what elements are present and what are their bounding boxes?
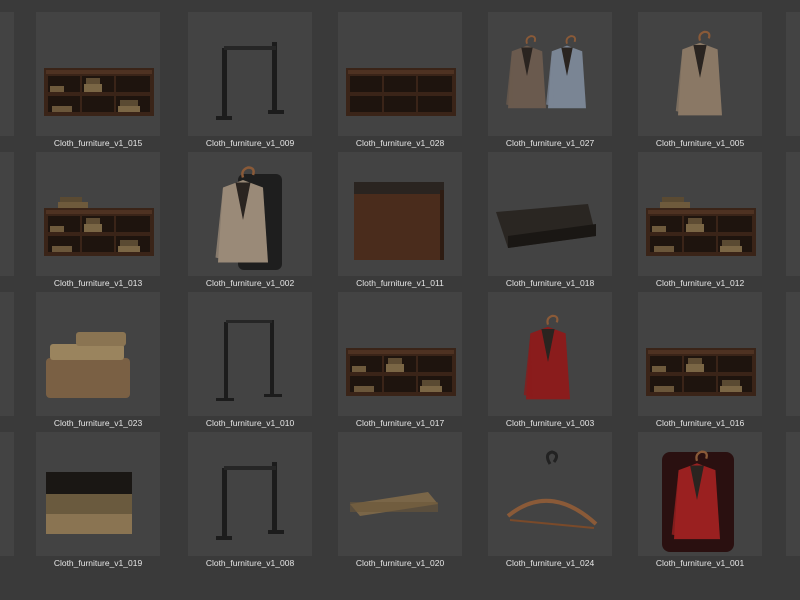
asset-tile[interactable]: Cloth_furniture_v1_016 [638, 292, 762, 432]
asset-thumbnail[interactable] [338, 432, 462, 556]
cabinet-box-icon [338, 152, 462, 276]
asset-thumbnail[interactable] [36, 292, 160, 416]
ottoman-icon [488, 152, 612, 276]
partial-thumbnail-right[interactable] [786, 12, 800, 136]
folded-flat-icon [338, 432, 462, 556]
suits-pair-icon [488, 12, 612, 136]
partial-thumbnail-left[interactable] [0, 12, 14, 136]
asset-label: Cloth_furniture_v1_024 [505, 558, 595, 568]
asset-label: Cloth_furniture_v1_028 [355, 138, 445, 148]
asset-thumbnail[interactable] [488, 152, 612, 276]
shelf-books-icon [338, 292, 462, 416]
partial-thumbnail-right[interactable] [786, 292, 800, 416]
folded-stack-icon [36, 432, 160, 556]
asset-label: Cloth_furniture_v1_027 [505, 138, 595, 148]
asset-label: Cloth_furniture_v1_005 [655, 138, 745, 148]
asset-label: Cloth_furniture_v1_009 [205, 138, 295, 148]
red-jacket-icon [488, 292, 612, 416]
asset-thumbnail[interactable] [338, 12, 462, 136]
asset-tile[interactable]: Cloth_furniture_v1_028 [338, 12, 462, 152]
asset-thumbnail[interactable] [36, 152, 160, 276]
asset-tile[interactable]: Cloth_furniture_v1_013 [36, 152, 160, 292]
partial-thumbnail-left[interactable] [0, 152, 14, 276]
rack-stand-icon [188, 12, 312, 136]
asset-label: Cloth_furniture_v1_012 [655, 278, 745, 288]
shelf-books-icon [36, 12, 160, 136]
asset-label: Cloth_furniture_v1_023 [53, 418, 143, 428]
shelf-stacked-icon [36, 152, 160, 276]
asset-thumbnail[interactable] [638, 292, 762, 416]
partial-thumbnail-left[interactable] [0, 432, 14, 556]
asset-label: Cloth_furniture_v1_002 [205, 278, 295, 288]
asset-tile[interactable]: Cloth_furniture_v1_012 [638, 152, 762, 292]
asset-thumbnail[interactable] [188, 152, 312, 276]
asset-thumbnail[interactable] [188, 12, 312, 136]
asset-label: Cloth_furniture_v1_011 [356, 278, 444, 288]
asset-label: Cloth_furniture_v1_017 [355, 418, 445, 428]
hanger-icon [488, 432, 612, 556]
asset-thumbnail[interactable] [638, 152, 762, 276]
asset-thumbnail[interactable] [488, 12, 612, 136]
asset-tile[interactable]: Cloth_furniture_v1_003 [488, 292, 612, 432]
jacket-hanger-icon [638, 12, 762, 136]
asset-tile[interactable]: Cloth_furniture_v1_009 [188, 12, 312, 152]
rack-stand-icon [188, 432, 312, 556]
shelf-empty-icon [338, 12, 462, 136]
asset-label: Cloth_furniture_v1_018 [505, 278, 595, 288]
asset-grid: Cloth_furniture_v1_015 Cloth_furniture_v1… [0, 0, 800, 600]
asset-tile[interactable]: Cloth_furniture_v1_023 [36, 292, 160, 432]
asset-tile[interactable]: Cloth_furniture_v1_017 [338, 292, 462, 432]
asset-tile[interactable]: Cloth_furniture_v1_020 [338, 432, 462, 572]
asset-label: Cloth_furniture_v1_013 [53, 278, 143, 288]
partial-thumbnail-right[interactable] [786, 152, 800, 276]
asset-label: Cloth_furniture_v1_008 [205, 558, 295, 568]
asset-thumbnail[interactable] [36, 432, 160, 556]
rack-frame-icon [188, 292, 312, 416]
asset-thumbnail[interactable] [638, 12, 762, 136]
asset-thumbnail[interactable] [188, 432, 312, 556]
asset-tile[interactable]: Cloth_furniture_v1_018 [488, 152, 612, 292]
asset-tile[interactable]: Cloth_furniture_v1_008 [188, 432, 312, 572]
asset-tile[interactable]: Cloth_furniture_v1_005 [638, 12, 762, 152]
asset-label: Cloth_furniture_v1_020 [355, 558, 445, 568]
shelf-books-icon [638, 292, 762, 416]
asset-thumbnail[interactable] [188, 292, 312, 416]
jackets-cover-icon [188, 152, 312, 276]
asset-thumbnail[interactable] [638, 432, 762, 556]
shelf-stacked-icon [638, 152, 762, 276]
asset-label: Cloth_furniture_v1_015 [53, 138, 143, 148]
asset-label: Cloth_furniture_v1_001 [655, 558, 745, 568]
asset-thumbnail[interactable] [36, 12, 160, 136]
folded-clothes-icon [36, 292, 160, 416]
asset-label: Cloth_furniture_v1_019 [53, 558, 143, 568]
asset-thumbnail[interactable] [488, 292, 612, 416]
asset-tile[interactable]: Cloth_furniture_v1_002 [188, 152, 312, 292]
asset-thumbnail[interactable] [488, 432, 612, 556]
asset-tile[interactable]: Cloth_furniture_v1_024 [488, 432, 612, 572]
red-jacket-cover-icon [638, 432, 762, 556]
asset-tile[interactable]: Cloth_furniture_v1_027 [488, 12, 612, 152]
asset-tile[interactable]: Cloth_furniture_v1_011 [338, 152, 462, 292]
asset-tile[interactable]: Cloth_furniture_v1_010 [188, 292, 312, 432]
partial-thumbnail-left[interactable] [0, 292, 14, 416]
asset-thumbnail[interactable] [338, 152, 462, 276]
asset-label: Cloth_furniture_v1_003 [505, 418, 595, 428]
asset-label: Cloth_furniture_v1_010 [205, 418, 295, 428]
asset-label: Cloth_furniture_v1_016 [655, 418, 745, 428]
asset-tile[interactable]: Cloth_furniture_v1_015 [36, 12, 160, 152]
asset-tile[interactable]: Cloth_furniture_v1_019 [36, 432, 160, 572]
asset-thumbnail[interactable] [338, 292, 462, 416]
asset-tile[interactable]: Cloth_furniture_v1_001 [638, 432, 762, 572]
partial-thumbnail-right[interactable] [786, 432, 800, 556]
